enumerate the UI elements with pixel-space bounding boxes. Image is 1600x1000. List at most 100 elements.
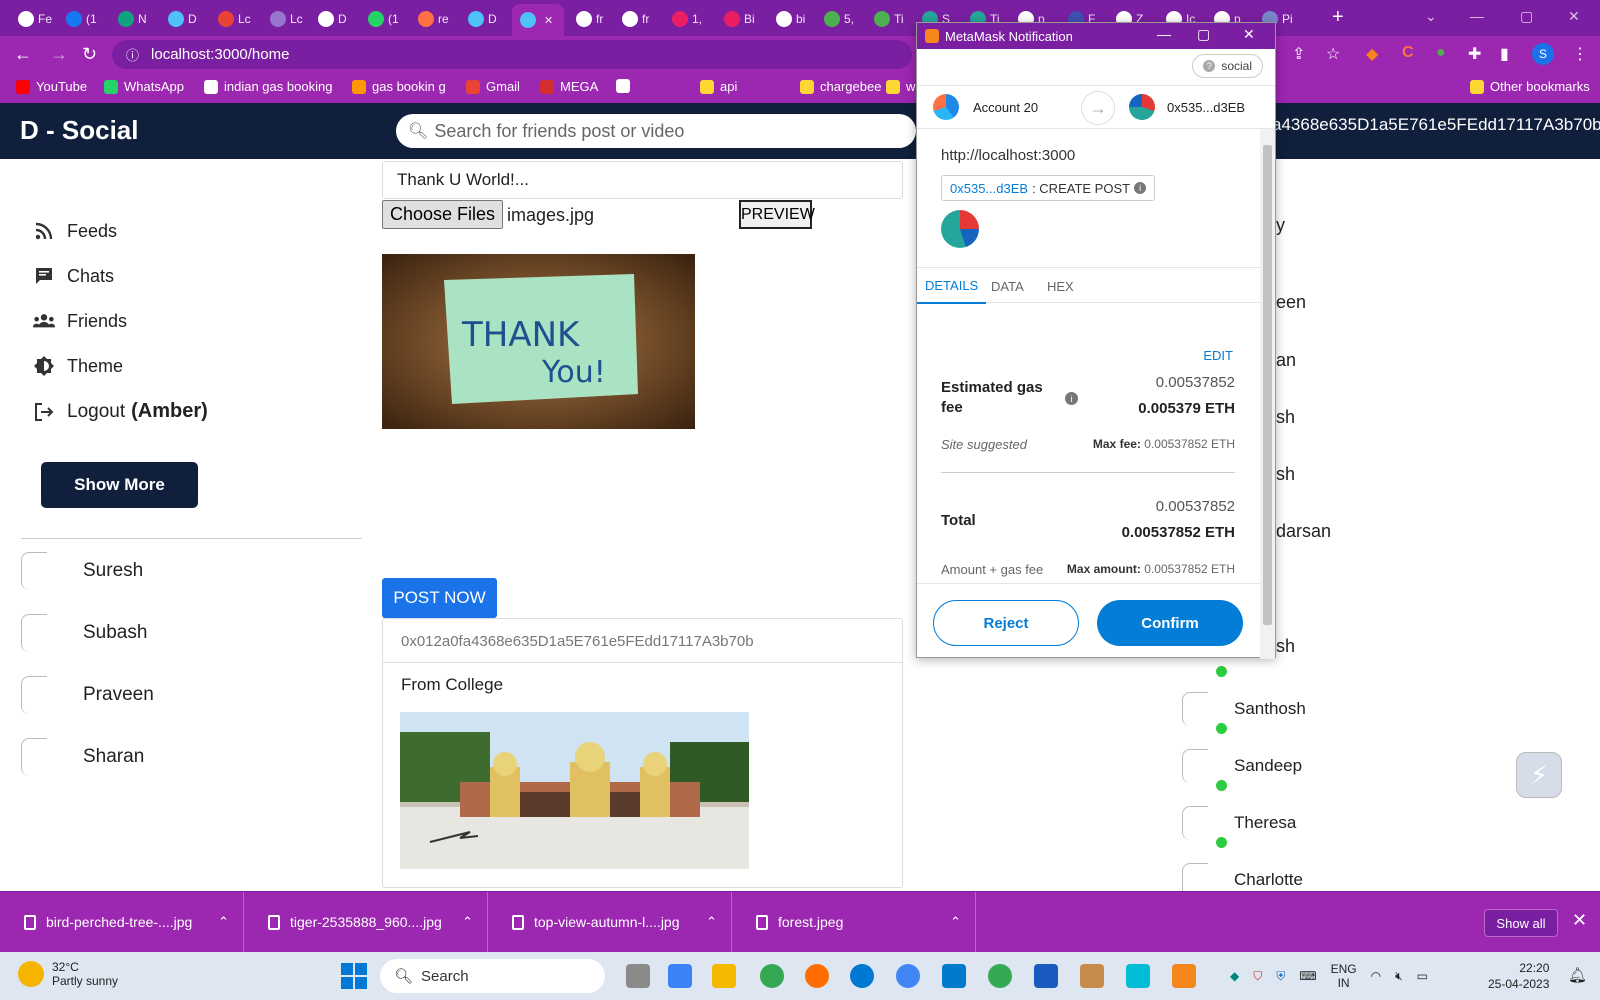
mcafee-icon[interactable]: ⛉ xyxy=(1253,969,1262,984)
task-view-icon[interactable] xyxy=(626,964,650,988)
search-input[interactable]: 🔍︎ Search for friends post or video xyxy=(396,114,916,148)
browser-tab[interactable]: N xyxy=(110,6,156,32)
friend-name-partial[interactable]: sh xyxy=(1276,636,1295,657)
input-language[interactable]: ENG IN xyxy=(1331,962,1357,990)
chevron-up-icon[interactable]: ⌃ xyxy=(706,914,717,930)
online-friend-item[interactable]: Theresa xyxy=(1182,780,1296,840)
mm-close-button[interactable]: ✕ xyxy=(1243,26,1255,43)
friend-list-item[interactable]: Praveen xyxy=(21,676,154,714)
sidebar-item-chats[interactable]: Chats xyxy=(33,265,114,287)
site-info-icon[interactable]: ⓘ xyxy=(126,45,139,64)
info-icon[interactable]: i xyxy=(1134,182,1147,194)
chevron-up-icon[interactable]: ⌃ xyxy=(950,914,961,930)
reload-icon[interactable]: ↻ xyxy=(82,44,97,65)
chrome-icon[interactable] xyxy=(760,964,784,988)
browser-tab[interactable]: 5, xyxy=(816,6,862,32)
postman-icon[interactable] xyxy=(805,964,829,988)
friend-name-partial[interactable]: sh xyxy=(1276,464,1295,485)
friend-list-item[interactable]: Sharan xyxy=(21,738,144,776)
browser-tab[interactable]: Fe xyxy=(10,6,56,32)
browser-tab[interactable]: bi xyxy=(768,6,814,32)
sidebar-item-feeds[interactable]: Feeds xyxy=(33,220,117,242)
security-icon[interactable]: ⛨ xyxy=(1276,969,1285,984)
notepad-icon[interactable] xyxy=(668,964,692,988)
mm-minimize-button[interactable]: — xyxy=(1157,26,1171,42)
tab-hex[interactable]: HEX xyxy=(1047,268,1074,304)
close-downloads-icon[interactable]: ✕ xyxy=(1572,910,1587,931)
browser-tab[interactable]: 1, xyxy=(664,6,710,32)
post-text-input[interactable]: Thank U World!... xyxy=(382,161,903,199)
edit-gas-link[interactable]: EDIT xyxy=(1203,348,1233,363)
friend-list-item[interactable]: Suresh xyxy=(21,552,143,590)
browser-tab[interactable]: Lc xyxy=(210,6,256,32)
browser-tab[interactable]: (1 xyxy=(58,6,104,32)
bookmark-item[interactable]: WhatsApp xyxy=(104,79,184,94)
bookmark-item[interactable]: MEGA xyxy=(540,79,598,94)
bookmark-item[interactable] xyxy=(616,79,636,93)
maximize-button[interactable]: ▢ xyxy=(1520,8,1533,25)
close-window-button[interactable]: ✕ xyxy=(1568,8,1580,25)
from-account[interactable]: Account 20 xyxy=(973,100,1038,115)
windows-start-icon[interactable] xyxy=(341,963,367,989)
reject-button[interactable]: Reject xyxy=(933,600,1079,646)
preview-button[interactable]: PREVIEW xyxy=(739,200,815,229)
online-friend-item[interactable]: Sandeep xyxy=(1182,723,1302,783)
sidebar-item-theme[interactable]: Theme xyxy=(33,355,123,377)
download-item[interactable]: forest.jpeg ⌃ xyxy=(732,892,976,952)
browser-menu-icon[interactable]: ⋮ xyxy=(1572,44,1588,64)
metamask-extension-icon[interactable]: ◆ xyxy=(1366,44,1378,64)
post-owner-address[interactable]: 0x012a0fa4368e635D1a5E761e5FEdd17117A3b7… xyxy=(401,633,754,650)
browser-tab[interactable]: Lc xyxy=(262,6,308,32)
browser-tab[interactable]: fr xyxy=(568,6,614,32)
tab-data[interactable]: DATA xyxy=(991,268,1024,304)
notification-bell-icon[interactable]: 🔔︎ xyxy=(1568,966,1587,984)
chrome-dev-icon[interactable] xyxy=(988,964,1012,988)
choose-files-button[interactable]: Choose Files xyxy=(382,200,503,229)
network-selector[interactable]: ? social xyxy=(1192,54,1263,78)
gas-info-icon[interactable]: i xyxy=(1065,392,1078,405)
tray-app-icon[interactable]: ◆ xyxy=(1230,969,1239,983)
extension-c-icon[interactable]: C xyxy=(1402,44,1414,62)
app-logo[interactable]: D - Social xyxy=(20,115,138,146)
download-item[interactable]: bird-perched-tree-....jpg ⌃ xyxy=(0,892,244,952)
browser-tab[interactable]: Bi xyxy=(716,6,762,32)
friend-name-partial[interactable]: y xyxy=(1276,215,1285,236)
battery-icon[interactable]: ▭ xyxy=(1417,969,1428,983)
package-icon[interactable] xyxy=(1080,964,1104,988)
other-bookmarks[interactable]: Other bookmarks xyxy=(1470,79,1590,94)
bookmark-item[interactable]: gas bookin g xyxy=(352,79,446,94)
friend-list-item[interactable]: Subash xyxy=(21,614,147,652)
file-explorer-icon[interactable] xyxy=(712,964,736,988)
bookmark-star-icon[interactable]: ☆ xyxy=(1326,44,1340,64)
sidebar-item-logout[interactable]: Logout (Amber) xyxy=(33,400,208,423)
friend-name-partial[interactable]: an xyxy=(1276,350,1296,371)
volume-muted-icon[interactable]: 🔇︎ xyxy=(1395,969,1403,984)
bookmark-item[interactable]: Gmail xyxy=(466,79,520,94)
scrollbar[interactable] xyxy=(1260,129,1275,659)
friend-name-partial[interactable]: een xyxy=(1276,292,1306,313)
word-icon[interactable] xyxy=(1034,964,1058,988)
close-tab-icon[interactable]: ✕ xyxy=(544,14,553,27)
cube-app-icon[interactable] xyxy=(1126,964,1150,988)
metamask-taskbar-icon[interactable] xyxy=(1172,964,1196,988)
scrollbar-thumb[interactable] xyxy=(1263,145,1272,625)
bookmark-item[interactable]: chargebee xyxy=(800,79,881,94)
bookmark-item[interactable]: api xyxy=(700,79,737,94)
show-more-button[interactable]: Show More xyxy=(41,462,198,508)
browser-tab[interactable]: ✕ xyxy=(512,4,564,36)
browser-tab[interactable]: D xyxy=(460,6,506,32)
contract-address[interactable]: 0x535...d3EB xyxy=(950,181,1028,196)
confirm-button[interactable]: Confirm xyxy=(1097,600,1243,646)
tab-details[interactable]: DETAILS xyxy=(917,268,987,304)
browser-tab[interactable]: D xyxy=(160,6,206,32)
extensions-puzzle-icon[interactable]: ✚ xyxy=(1468,44,1481,64)
tab-search-icon[interactable]: ⌄ xyxy=(1425,8,1437,25)
download-item[interactable]: tiger-2535888_960....jpg ⌃ xyxy=(244,892,488,952)
profile-avatar[interactable]: S xyxy=(1532,43,1554,65)
wifi-icon[interactable]: ◠ xyxy=(1371,969,1381,983)
floating-assistant-icon[interactable]: ⚡︎ xyxy=(1516,752,1562,798)
bookmark-item[interactable]: indian gas booking xyxy=(204,79,332,94)
weather-widget[interactable]: 32°C Partly sunny xyxy=(18,960,118,988)
browser-tab[interactable]: fr xyxy=(614,6,660,32)
browser-tab[interactable]: Ti xyxy=(866,6,912,32)
